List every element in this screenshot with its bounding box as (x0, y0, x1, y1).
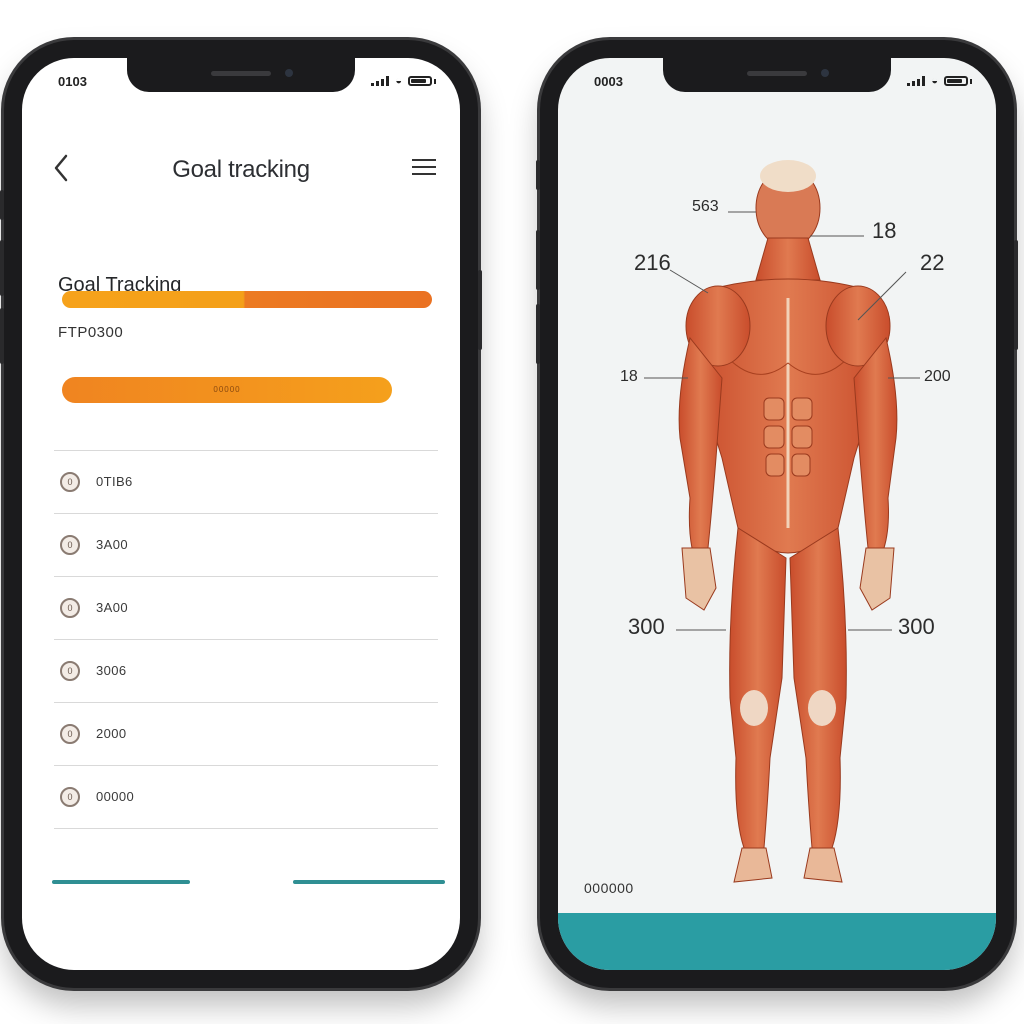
page-title: Goal tracking (172, 156, 310, 183)
item-icon: 0 (60, 598, 80, 618)
list-item[interactable]: 0 3006 (54, 639, 438, 702)
power-button (478, 270, 482, 350)
status-time: 0103 (58, 74, 87, 89)
item-label: 3A00 (96, 600, 128, 615)
annotation-arm-right: 200 (924, 368, 951, 385)
hamburger-menu-icon[interactable] (412, 154, 436, 178)
muscle-anatomy-figure (644, 160, 920, 883)
volume-up-button (0, 240, 4, 296)
item-icon: 0 (60, 535, 80, 555)
annotation-arm-left: 18 (620, 368, 638, 385)
wifi-icon: ◒ (395, 75, 402, 87)
volume-down-button (536, 304, 540, 364)
item-icon: 0 (60, 472, 80, 492)
app-header: Goal tracking (22, 150, 460, 190)
annotation-head: 563 (692, 198, 719, 215)
annotation-neck: 18 (872, 218, 897, 243)
annotation-shoulder-left: 216 (634, 250, 671, 275)
list-item[interactable]: 0 0TIB6 (54, 450, 438, 513)
goal-list: 0 0TIB6 0 3A00 0 3A00 0 3006 0 2000 0 00000 (54, 450, 438, 829)
item-label: 2000 (96, 726, 127, 741)
mute-switch (536, 160, 540, 190)
status-icons: ◒ (371, 75, 436, 87)
tab-indicator-right[interactable] (293, 880, 445, 884)
notch (127, 58, 355, 92)
mute-switch (0, 190, 4, 220)
left-phone: 0103 ◒ Goal tracking Goal Tracking FTP03… (0, 40, 482, 988)
list-item[interactable]: 0 2000 (54, 702, 438, 765)
annotation-leg-right: 300 (898, 614, 935, 639)
annotation-shoulder-right: 22 (920, 250, 945, 275)
left-screen: 0103 ◒ Goal tracking Goal Tracking FTP03… (22, 58, 460, 970)
item-icon: 0 (60, 724, 80, 744)
battery-icon (408, 76, 432, 86)
signal-icon (371, 76, 390, 86)
item-icon: 0 (60, 787, 80, 807)
right-screen: 0003 ◒ 563 18 216 22 18 200 300 300 0000… (558, 58, 996, 970)
list-item[interactable]: 0 00000 (54, 765, 438, 829)
item-label: 3006 (96, 663, 127, 678)
item-label: 3A00 (96, 537, 128, 552)
item-icon: 0 (60, 661, 80, 681)
right-phone: 0003 ◒ 563 18 216 22 18 200 300 300 0000… (536, 40, 1018, 988)
volume-up-button (536, 230, 540, 290)
action-button[interactable]: 00000 (62, 377, 392, 403)
item-label: 0TIB6 (96, 474, 133, 489)
goal-progress-bar (62, 291, 432, 308)
bottom-bar[interactable] (558, 913, 996, 970)
tab-indicator-left[interactable] (52, 880, 190, 884)
figure-caption: 000000 (584, 880, 634, 896)
list-item[interactable]: 0 3A00 (54, 576, 438, 639)
annotation-leg-left: 300 (628, 614, 665, 639)
volume-down-button (0, 308, 4, 364)
goal-subtext: FTP0300 (58, 324, 124, 341)
list-item[interactable]: 0 3A00 (54, 513, 438, 576)
item-label: 00000 (96, 789, 135, 804)
power-button (1014, 240, 1018, 350)
